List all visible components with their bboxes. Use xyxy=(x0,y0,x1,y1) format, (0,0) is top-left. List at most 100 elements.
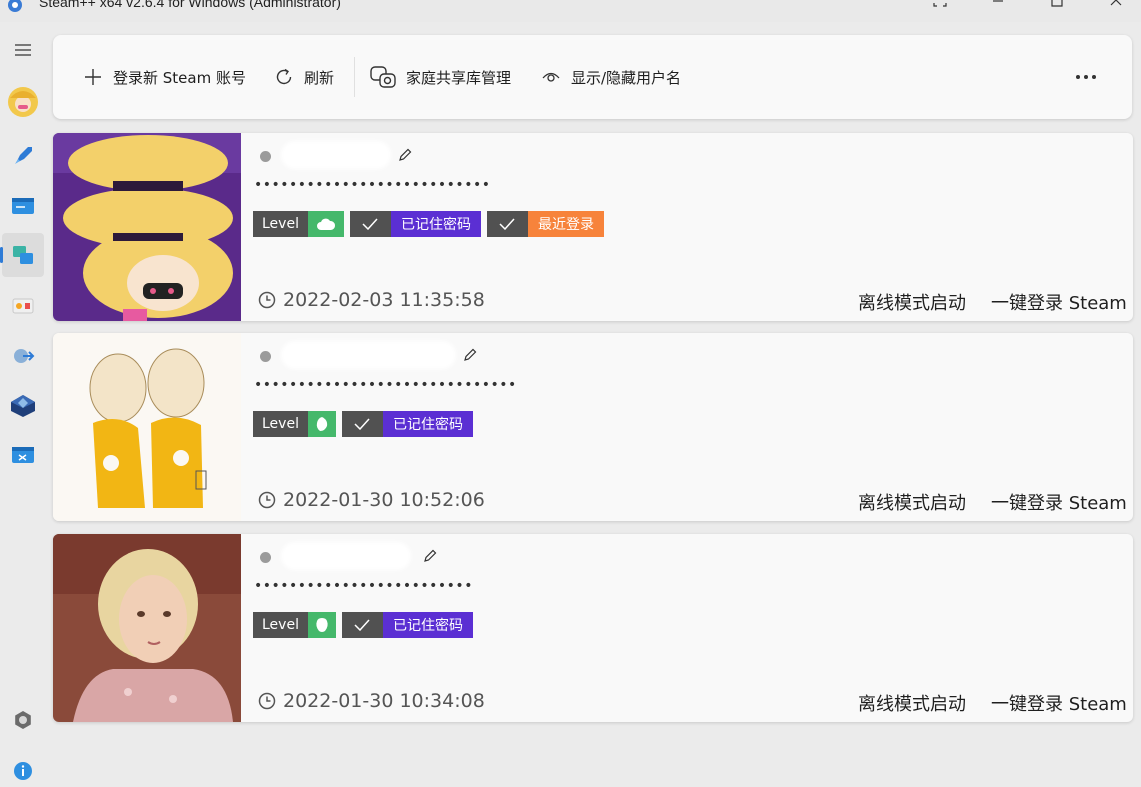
level-value xyxy=(307,211,344,237)
last-login-time: 2022-02-03 11:35:58 xyxy=(258,289,485,311)
sidebar-item-tools[interactable] xyxy=(0,433,46,477)
archive-cube-icon xyxy=(11,395,35,417)
hidden-username xyxy=(281,542,411,570)
user-avatar-icon xyxy=(8,87,38,117)
trade-arrow-icon xyxy=(14,349,35,363)
minimize-button[interactable] xyxy=(975,0,1021,10)
account-avatar xyxy=(53,534,241,722)
account-card: ••••••••••••••••••••••••• Level 已记住密码 20… xyxy=(53,534,1133,722)
clock-icon xyxy=(258,692,276,710)
checkmark-icon xyxy=(499,218,516,230)
add-account-button[interactable]: 登录新 Steam 账号 xyxy=(83,61,246,93)
check-box xyxy=(341,411,383,437)
last-login-value: 2022-01-30 10:52:06 xyxy=(283,489,485,511)
level-label: Level xyxy=(253,211,308,237)
tools-window-icon xyxy=(12,447,34,463)
sidebar-menu-toggle[interactable] xyxy=(0,28,46,72)
toggle-username-label: 显示/隐藏用户名 xyxy=(571,68,682,87)
last-login-value: 2022-02-03 11:35:58 xyxy=(283,289,485,311)
maximize-button[interactable] xyxy=(1034,0,1080,10)
family-sharing-button[interactable]: 家庭共享库管理 xyxy=(370,61,511,93)
offline-launch-button[interactable]: 离线模式启动 xyxy=(858,690,966,716)
more-dot xyxy=(1076,75,1080,79)
script-window-icon xyxy=(12,198,34,214)
sidebar-user-avatar[interactable] xyxy=(0,80,46,124)
sidebar-item-accelerator[interactable] xyxy=(0,134,46,178)
level-badge: Level xyxy=(253,211,344,237)
recent-login-badge: 最近登录 xyxy=(486,211,604,237)
one-click-login-button[interactable]: 一键登录 Steam xyxy=(991,489,1127,515)
sidebar-item-scripts[interactable] xyxy=(0,184,46,228)
remembered-label: 已记住密码 xyxy=(382,411,473,437)
settings-gear-icon xyxy=(15,711,31,729)
more-options-button[interactable] xyxy=(1069,61,1103,93)
game-library-icon xyxy=(12,298,34,314)
hamburger-menu-icon xyxy=(15,44,31,56)
sidebar-item-archive[interactable] xyxy=(0,384,46,428)
account-card: •••••••••••••••••••••••••••••• Level 已记住… xyxy=(53,333,1133,521)
plus-icon xyxy=(85,69,101,85)
level-label: Level xyxy=(253,411,308,437)
sidebar-item-library[interactable] xyxy=(0,284,46,328)
family-share-icon xyxy=(370,66,396,88)
offline-launch-button[interactable]: 离线模式启动 xyxy=(858,489,966,515)
edit-pencil-icon[interactable] xyxy=(422,548,438,564)
account-avatar xyxy=(53,133,241,321)
leaf-icon xyxy=(316,417,328,431)
level-badge: Level xyxy=(253,612,336,638)
refresh-label: 刷新 xyxy=(304,68,335,87)
toggle-username-button[interactable]: 显示/隐藏用户名 xyxy=(541,61,681,93)
one-click-login-button[interactable]: 一键登录 Steam xyxy=(991,690,1127,716)
more-dot xyxy=(1084,75,1088,79)
cloud-icon xyxy=(316,218,335,230)
sidebar-item-about[interactable] xyxy=(0,749,46,787)
toolbar: 登录新 Steam 账号 刷新 家庭共享库管理 显示/隐藏用户名 xyxy=(53,35,1132,119)
checkmark-icon xyxy=(354,619,371,631)
sidebar-item-trade[interactable] xyxy=(0,334,46,378)
remembered-password-badge: 已记住密码 xyxy=(341,612,473,638)
sidebar-item-settings[interactable] xyxy=(0,698,46,742)
clock-icon xyxy=(258,491,276,509)
remembered-label: 已记住密码 xyxy=(390,211,481,237)
title-bar: Steam++ x64 v2.6.4 for Windows (Administ… xyxy=(0,0,1141,22)
account-avatar xyxy=(53,333,241,521)
last-login-value: 2022-01-30 10:34:08 xyxy=(283,690,485,712)
refresh-button[interactable]: 刷新 xyxy=(274,61,334,93)
one-click-login-button[interactable]: 一键登录 Steam xyxy=(991,289,1127,315)
masked-password: ••••••••••••••••••••••••• xyxy=(254,578,473,594)
level-value xyxy=(307,612,336,638)
level-value xyxy=(307,411,336,437)
check-box xyxy=(341,612,383,638)
edit-pencil-icon[interactable] xyxy=(462,347,478,363)
checkmark-icon xyxy=(354,418,371,430)
app-logo-icon xyxy=(8,0,22,12)
offline-launch-button[interactable]: 离线模式启动 xyxy=(858,289,966,315)
remembered-label: 已记住密码 xyxy=(382,612,473,638)
account-card: ••••••••••••••••••••••••••• Level 已记住密码 … xyxy=(53,133,1133,321)
more-dot xyxy=(1092,75,1096,79)
compact-overlay-button[interactable] xyxy=(917,0,963,10)
last-login-time: 2022-01-30 10:34:08 xyxy=(258,690,485,712)
checkmark-icon xyxy=(362,218,379,230)
badge-row: Level 已记住密码 最近登录 xyxy=(253,211,604,237)
family-sharing-label: 家庭共享库管理 xyxy=(406,68,512,87)
level-label: Level xyxy=(253,612,308,638)
rocket-icon xyxy=(15,147,32,164)
remembered-password-badge: 已记住密码 xyxy=(341,411,473,437)
online-status-indicator xyxy=(260,552,271,563)
refresh-icon xyxy=(276,68,292,85)
sidebar-item-accounts[interactable] xyxy=(0,233,44,277)
hidden-username xyxy=(281,141,391,169)
compact-icon xyxy=(933,3,947,7)
level-badge: Level xyxy=(253,411,336,437)
clock-icon xyxy=(258,291,276,309)
badge-row: Level 已记住密码 xyxy=(253,411,473,437)
edit-pencil-icon[interactable] xyxy=(397,147,413,163)
check-box xyxy=(349,211,391,237)
online-status-indicator xyxy=(260,151,271,162)
masked-password: •••••••••••••••••••••••••••••• xyxy=(254,377,517,393)
maximize-icon xyxy=(1051,0,1063,7)
online-status-indicator xyxy=(260,351,271,362)
minimize-icon xyxy=(993,0,1003,2)
close-button[interactable] xyxy=(1093,0,1139,10)
